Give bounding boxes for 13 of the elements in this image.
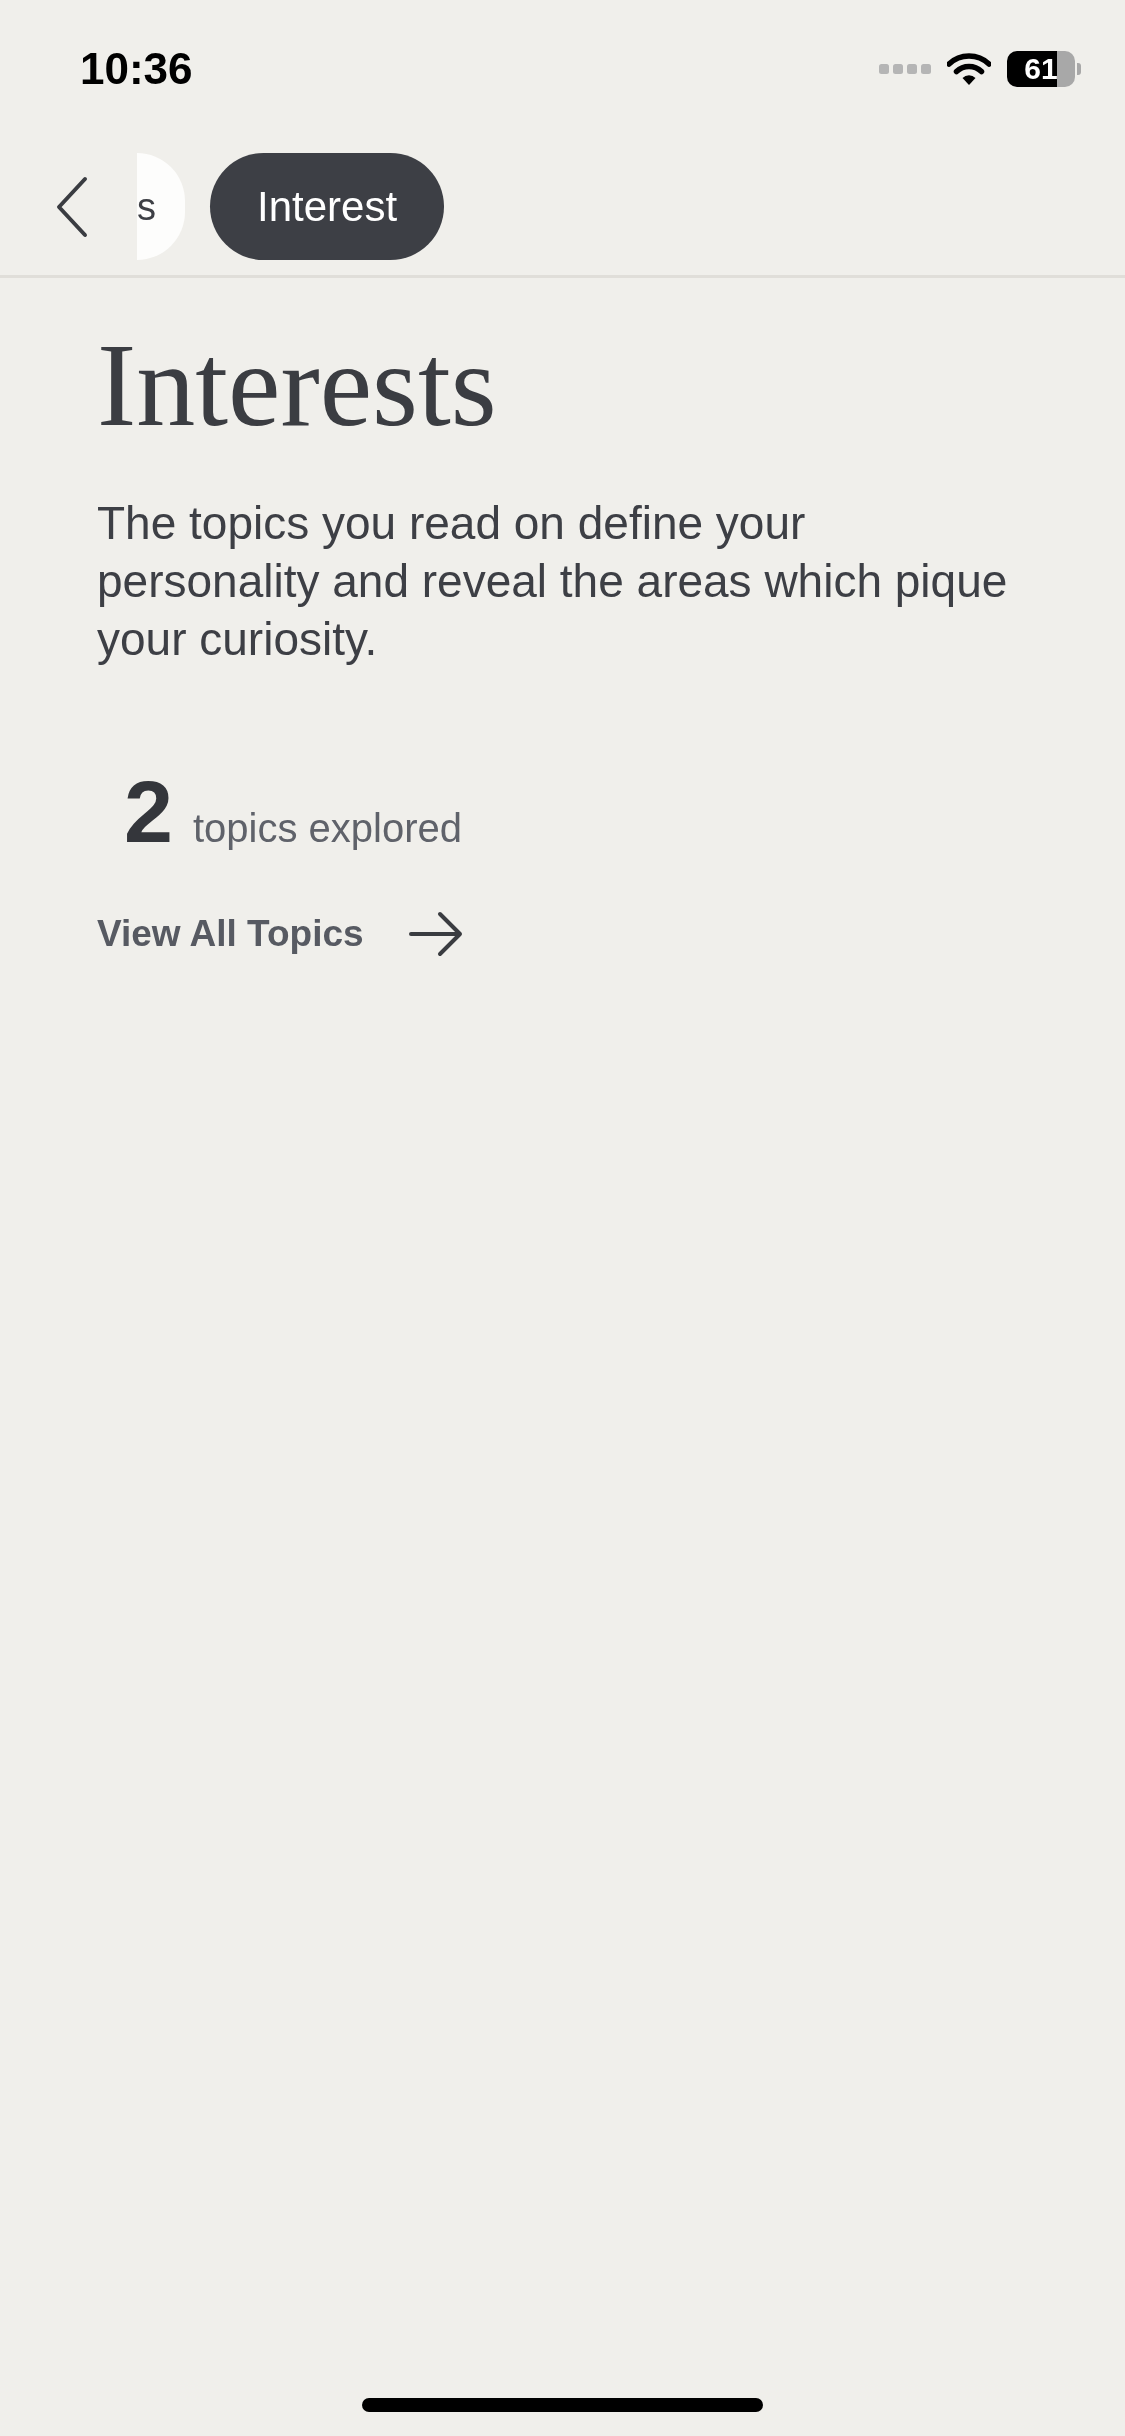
topics-count: 2 (124, 768, 173, 856)
battery-percentage: 61 (1024, 54, 1058, 84)
arrow-right-icon (407, 910, 464, 958)
status-time: 10:36 (80, 47, 193, 91)
back-chevron-icon (55, 175, 89, 238)
view-all-topics-link[interactable]: View All Topics (97, 904, 464, 964)
topic-tab[interactable]: Interest (210, 153, 445, 260)
page-description: The topics you read on define your personality and reveal the areas which pique your curiosity. (97, 496, 1009, 667)
wifi-icon (947, 52, 991, 86)
signal-icon (879, 63, 931, 75)
topic-tab[interactable]: s (137, 153, 185, 260)
page-title: Interests (97, 327, 498, 445)
topics-explored-label: topics explored (192, 808, 462, 848)
